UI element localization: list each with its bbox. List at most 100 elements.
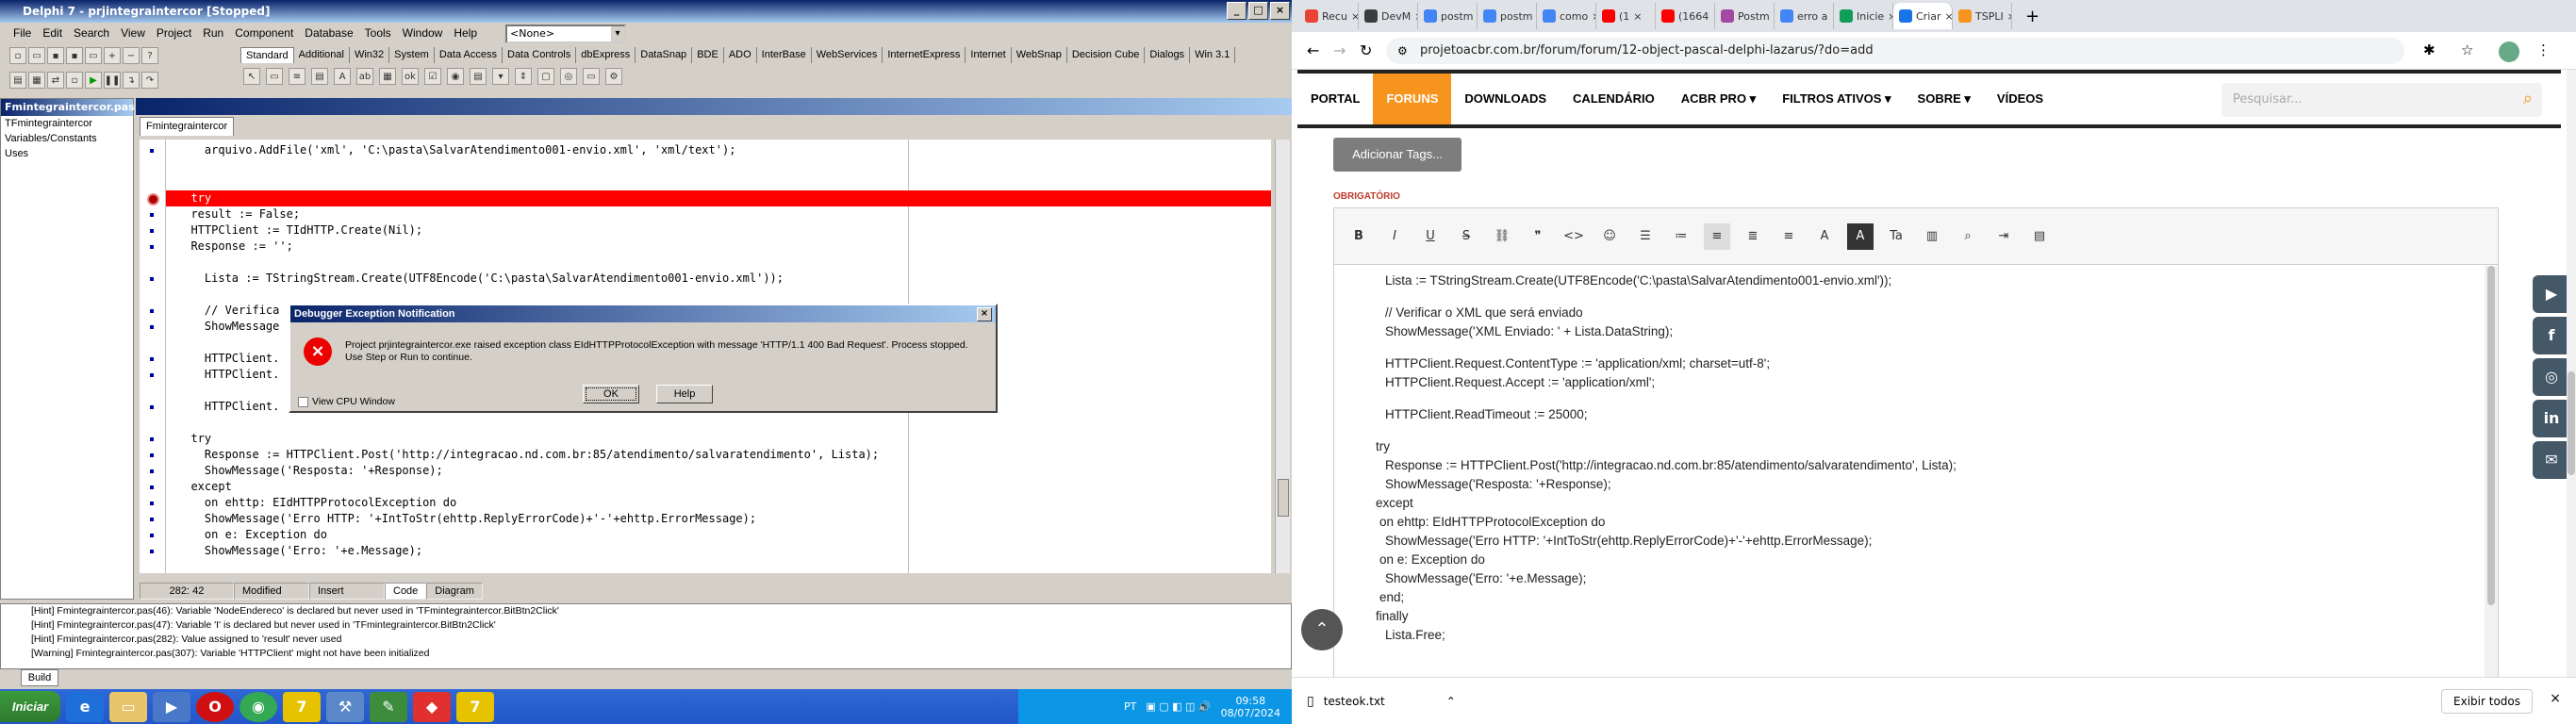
tree-node[interactable]: Variables/Constants [1, 131, 133, 146]
palette-tab[interactable]: Win 3.1 [1190, 47, 1236, 63]
palette-tab[interactable]: Decision Cube [1067, 47, 1146, 63]
menu-window[interactable]: Window [397, 26, 449, 40]
nav-item[interactable]: FILTROS ATIVOS ▾ [1769, 74, 1904, 124]
delphi2-icon[interactable]: 7 [456, 691, 494, 722]
add-file-icon[interactable]: + [104, 47, 121, 64]
profile-avatar[interactable] [2499, 41, 2519, 62]
page-scrollbar[interactable] [2567, 70, 2576, 677]
tab-diagram[interactable]: Diagram [426, 583, 483, 600]
reload-icon[interactable]: ↻ [1360, 41, 1372, 59]
browser-tab[interactable]: postm× [1478, 3, 1537, 29]
editor-scrollbar[interactable] [1275, 140, 1290, 573]
label-icon[interactable]: A [334, 68, 351, 85]
pause-icon[interactable]: ❚❚ [104, 72, 121, 89]
source-icon[interactable]: ▥ [1919, 223, 1945, 250]
palette-tab[interactable]: Internet [966, 47, 1012, 63]
listbox-icon[interactable]: ▤ [470, 68, 487, 85]
message-line[interactable]: [Hint] Fmintegraintercor.pas(282): Value… [1, 633, 1291, 647]
palette-tab[interactable]: Standard [240, 47, 294, 63]
delphi-icon[interactable]: 7 [283, 691, 321, 722]
nav-item[interactable]: CALENDÁRIO [1560, 74, 1668, 124]
browser-tab[interactable]: como× [1537, 3, 1596, 29]
editor-scroll-thumb[interactable] [2487, 266, 2495, 605]
site-info-icon[interactable]: ⚙ [1397, 44, 1408, 58]
browser-tab[interactable]: Postm× [1715, 3, 1775, 29]
font-size-icon[interactable]: Ta [1883, 223, 1909, 250]
emoji-icon[interactable]: ☺ [1596, 223, 1623, 250]
browser-tab[interactable]: DevM× [1359, 3, 1418, 29]
search-icon[interactable]: ⌕ [2523, 89, 2533, 108]
view-cpu-checkbox[interactable] [298, 396, 308, 407]
chrome-menu-icon[interactable]: ⋮ [2536, 41, 2551, 58]
bullet-list-icon[interactable]: ☰ [1632, 223, 1659, 250]
view-form-icon[interactable]: ▦ [28, 72, 45, 89]
memo-icon[interactable]: ▦ [379, 68, 396, 85]
browser-tab[interactable]: (1 × [1596, 3, 1656, 29]
checkbox-icon[interactable]: ☑ [424, 68, 441, 85]
nav-item[interactable]: FORUNS [1373, 74, 1452, 124]
save-all-icon[interactable]: ▪ [66, 47, 83, 64]
help-button[interactable]: Help [656, 385, 713, 403]
numbered-list-icon[interactable]: ≔ [1668, 223, 1694, 250]
new-tab-icon[interactable]: + [2025, 7, 2039, 26]
button-icon[interactable]: ok [402, 68, 419, 85]
mainmenu-icon[interactable]: ≡ [289, 68, 305, 85]
browser-tab[interactable]: Recu × [1299, 3, 1359, 29]
palette-tab[interactable]: Dialogs [1145, 47, 1191, 63]
link-icon[interactable]: ⛓ [1489, 223, 1515, 250]
indent-icon[interactable]: ⇥ [1990, 223, 2017, 250]
view-cpu-checkbox-row[interactable]: View CPU Window [298, 396, 395, 407]
browser-tab[interactable]: (1664× [1656, 3, 1715, 29]
menu-view[interactable]: View [115, 26, 151, 40]
opera-icon[interactable]: O [196, 691, 234, 722]
view-unit-icon[interactable]: ▤ [9, 72, 26, 89]
palette-tab[interactable]: dbExpress [576, 47, 636, 63]
palette-tab[interactable]: WebSnap [1012, 47, 1067, 63]
download-filename[interactable]: testeok.txt [1324, 695, 1446, 708]
close-button[interactable]: × [1270, 2, 1290, 20]
download-chevron-icon[interactable]: ⌃ [1446, 695, 1456, 708]
ie-icon[interactable]: e [66, 691, 104, 722]
nav-item[interactable]: DOWNLOADS [1451, 74, 1560, 124]
run-icon[interactable]: ▶ [85, 72, 102, 89]
editor-tab[interactable]: Fmintegraintercor [140, 117, 234, 136]
palette-tab[interactable]: Additional [294, 47, 350, 63]
preview-icon[interactable]: ⌕ [1955, 223, 1981, 250]
page-scroll-thumb[interactable] [2568, 371, 2575, 475]
browser-tab[interactable]: Criar × [1893, 3, 1953, 29]
bookmark-icon[interactable]: ☆ [2461, 41, 2473, 58]
actionlist-icon[interactable]: ⚙ [605, 68, 622, 85]
scrollbar-icon[interactable]: ⇕ [515, 68, 532, 85]
tab-close-icon[interactable]: × [1633, 10, 1642, 23]
palette-tab[interactable]: ADO [724, 47, 757, 63]
popupmenu-icon[interactable]: ▤ [311, 68, 328, 85]
menu-edit[interactable]: Edit [37, 26, 68, 40]
open-project-icon[interactable]: ▭ [85, 47, 102, 64]
browser-tab[interactable]: postm× [1418, 3, 1478, 29]
italic-icon[interactable]: I [1381, 223, 1408, 250]
tab-close-icon[interactable]: × [1945, 10, 1952, 23]
minimize-button[interactable]: _ [1227, 2, 1247, 20]
help-icon[interactable]: ? [141, 47, 158, 64]
frames-icon[interactable]: ▭ [266, 68, 283, 85]
nav-item[interactable]: SOBRE ▾ [1905, 74, 1984, 124]
align-right-icon[interactable]: ≡ [1775, 223, 1802, 250]
language-indicator[interactable]: PT [1124, 700, 1136, 713]
tray-icons[interactable]: ▣ ▢ ◧ ◫ 🔊 [1146, 700, 1211, 713]
strike-icon[interactable]: S [1453, 223, 1479, 250]
tree-node[interactable]: TFmintegraintercor [1, 116, 133, 131]
tab-close-icon[interactable]: × [2007, 10, 2011, 23]
menu-search[interactable]: Search [68, 26, 115, 40]
clock[interactable]: 09:58 08/07/2024 [1221, 695, 1280, 719]
menu-file[interactable]: File [8, 26, 37, 40]
nav-item[interactable]: VÍDEOS [1984, 74, 2056, 124]
palette-tab[interactable]: InternetExpress [883, 47, 966, 63]
menu-help[interactable]: Help [448, 26, 483, 40]
new-icon[interactable]: ▫ [9, 47, 26, 64]
combobox-icon[interactable]: ▾ [492, 68, 509, 85]
tab-code[interactable]: Code [385, 583, 427, 600]
maximize-button[interactable]: □ [1248, 2, 1268, 20]
add-tags-button[interactable]: Adicionar Tags... [1333, 138, 1461, 172]
browser-tab[interactable]: erro a× [1775, 3, 1834, 29]
show-all-button[interactable]: Exibir todos [2441, 689, 2533, 714]
